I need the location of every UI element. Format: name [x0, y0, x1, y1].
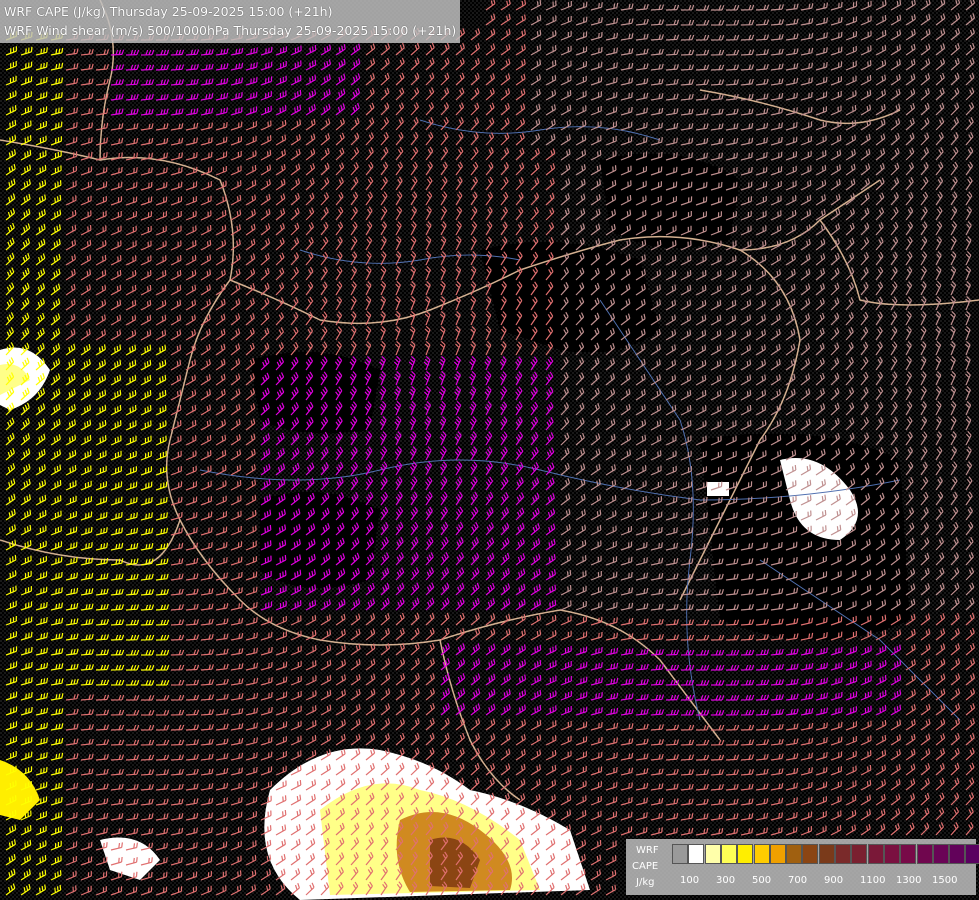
legend-tick-label: 900: [824, 875, 844, 886]
cape-shear-map: [0, 0, 979, 900]
legend-tick-label: 1500: [932, 875, 958, 886]
legend-swatch: [753, 844, 770, 864]
legend-swatch: [900, 844, 917, 864]
legend-tick-label: 700: [788, 875, 808, 886]
legend-swatch: [818, 844, 835, 864]
legend-swatch: [786, 844, 803, 864]
legend-swatch: [704, 844, 721, 864]
legend-swatch: [916, 844, 933, 864]
legend-swatch: [932, 844, 949, 864]
legend-swatch: [965, 844, 979, 864]
legend-tick-label: 100: [680, 875, 700, 886]
legend-swatch: [835, 844, 851, 864]
legend-swatch: [688, 844, 705, 864]
shear-title: WRF Wind shear (m/s) 500/1000hPa Thursda…: [4, 23, 457, 38]
legend-unit: J/kg: [636, 877, 655, 888]
map-title-box: WRF CAPE (J/kg) Thursday 25-09-2025 15:0…: [0, 0, 461, 43]
legend-swatch: [851, 844, 868, 864]
legend-swatch: [672, 844, 688, 864]
legend-swatch: [769, 844, 786, 864]
legend-tick-label: 300: [716, 875, 736, 886]
legend-swatch: [883, 844, 900, 864]
legend-swatch: [720, 844, 737, 864]
legend-tick-label: 1300: [896, 875, 922, 886]
legend-swatch: [867, 844, 884, 864]
legend-name-cape: CAPE: [632, 861, 659, 872]
cape-patch-small: [707, 482, 729, 496]
legend-swatch: [949, 844, 966, 864]
legend-swatch: [802, 844, 819, 864]
legend-name-wrf: WRF: [636, 845, 659, 856]
legend-tick-label: 500: [752, 875, 772, 886]
legend-swatch: [737, 844, 754, 864]
cape-title: WRF CAPE (J/kg) Thursday 25-09-2025 15:0…: [4, 4, 333, 19]
legend-tick-label: 1100: [860, 875, 886, 886]
cape-legend: WRF CAPE J/kg 100 300 500 700 900 1100 1300 150…: [626, 839, 979, 895]
